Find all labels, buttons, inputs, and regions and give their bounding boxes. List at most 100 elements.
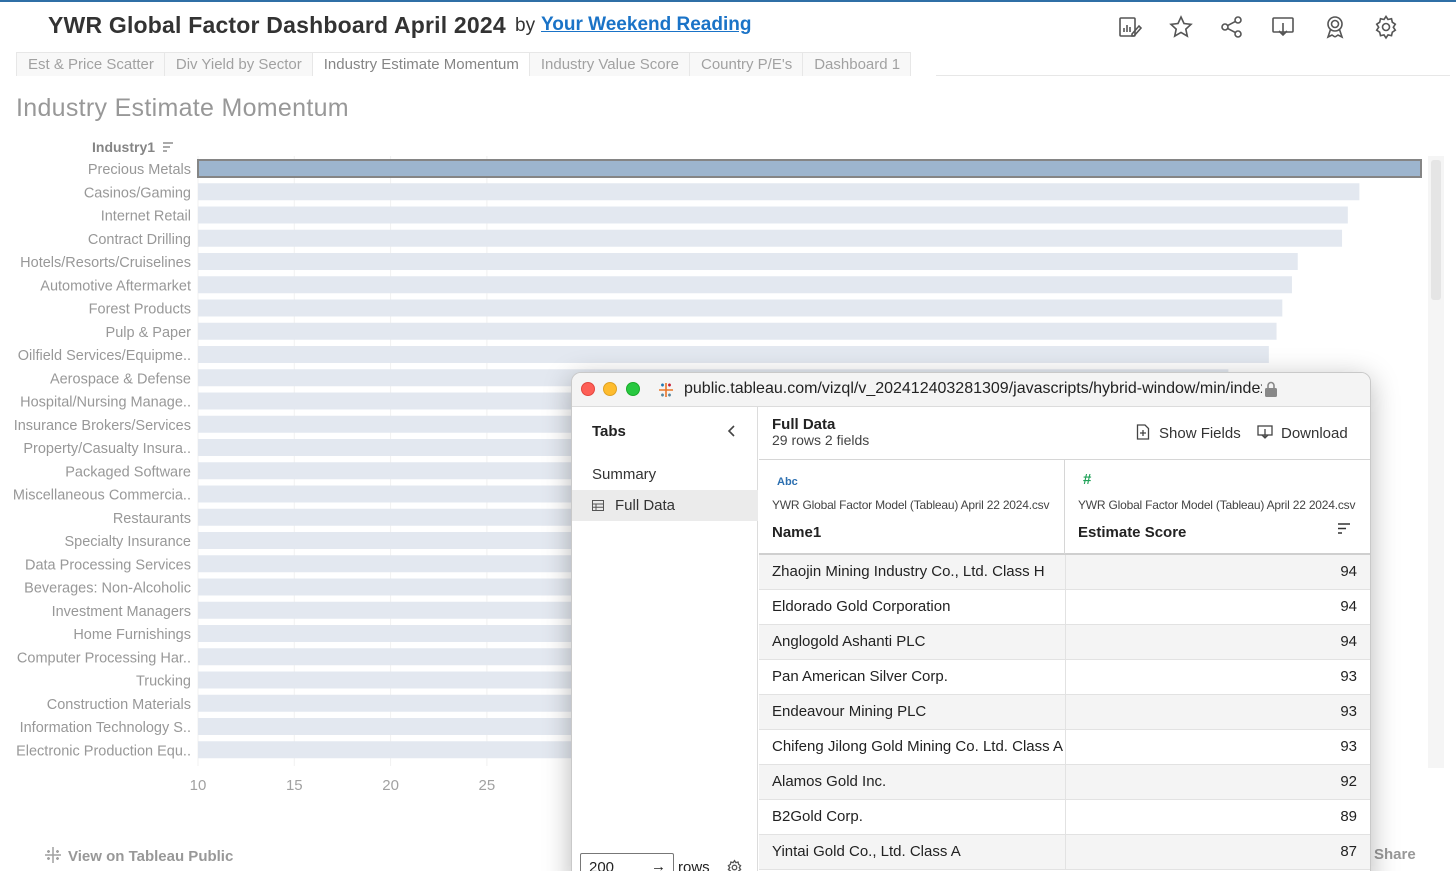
table-row[interactable]: Eldorado Gold Corporation 94 xyxy=(759,590,1370,625)
column-header-estimate-score[interactable]: # YWR Global Factor Model (Tableau) Apri… xyxy=(1065,460,1370,554)
category-label: Construction Materials xyxy=(47,697,191,713)
table-row[interactable]: Endeavour Mining PLC 93 xyxy=(759,695,1370,730)
bar[interactable] xyxy=(198,322,1277,340)
cell-score: 94 xyxy=(1340,633,1357,650)
table-row[interactable]: Yintai Gold Co., Ltd. Class A 87 xyxy=(759,835,1370,870)
show-fields-label: Show Fields xyxy=(1159,425,1241,442)
cell-name: Yintai Gold Co., Ltd. Class A xyxy=(772,843,961,860)
cell-score-container: 92 xyxy=(1065,765,1370,799)
sheet-tabs: Est & Price Scatter Div Yield by Sector … xyxy=(16,52,912,76)
download-button[interactable]: Download xyxy=(1257,424,1348,442)
download-label: Download xyxy=(1281,425,1348,442)
table-row[interactable]: Chifeng Jilong Gold Mining Co. Ltd. Clas… xyxy=(759,730,1370,765)
minimize-window-button[interactable] xyxy=(603,382,617,396)
cell-score: 93 xyxy=(1340,703,1357,720)
view-data-window: public.tableau.com/vizql/v_2024124032813… xyxy=(571,372,1371,871)
tab-dashboard-1[interactable]: Dashboard 1 xyxy=(803,53,912,76)
category-label: Insurance Brokers/Services xyxy=(14,418,191,434)
table-icon xyxy=(592,500,604,511)
string-type-icon: Abc xyxy=(777,476,798,488)
lock-icon xyxy=(1265,381,1277,397)
table-row[interactable]: B2Gold Corp. 89 xyxy=(759,800,1370,835)
chart-title: Industry Estimate Momentum xyxy=(16,94,349,122)
bar[interactable] xyxy=(198,346,1269,363)
cell-score-container: 89 xyxy=(1065,800,1370,834)
cell-score-container: 87 xyxy=(1065,835,1370,869)
cell-score: 87 xyxy=(1340,843,1357,860)
cell-score: 93 xyxy=(1340,738,1357,755)
cell-name: B2Gold Corp. xyxy=(772,808,863,825)
share-icon[interactable] xyxy=(1219,14,1245,40)
bar[interactable] xyxy=(198,276,1292,294)
category-label: Property/Casualty Insura.. xyxy=(23,441,191,457)
tab-est-price-scatter[interactable]: Est & Price Scatter xyxy=(16,53,165,76)
category-label: Trucking xyxy=(136,674,191,690)
table-row[interactable]: Anglogold Ashanti PLC 94 xyxy=(759,625,1370,660)
view-on-tableau-link[interactable]: View on Tableau Public xyxy=(44,846,233,865)
rows-count-input[interactable]: 200 → xyxy=(580,853,674,871)
sidebar-item-summary[interactable]: Summary xyxy=(572,459,758,490)
tableau-logo-icon xyxy=(45,847,61,863)
table-row[interactable]: Zhaojin Mining Industry Co., Ltd. Class … xyxy=(759,555,1370,590)
author-link[interactable]: Your Weekend Reading xyxy=(541,14,751,36)
rows-label: rows xyxy=(678,859,710,871)
chart-scrollbar[interactable] xyxy=(1428,156,1444,768)
scrollbar-thumb[interactable] xyxy=(1431,160,1441,300)
cell-score-container: 94 xyxy=(1065,625,1370,659)
cell-score-container: 93 xyxy=(1065,695,1370,729)
tableau-favicon-icon xyxy=(659,383,673,397)
number-type-icon: # xyxy=(1083,471,1092,488)
cell-score-container: 94 xyxy=(1065,555,1370,589)
gear-icon[interactable] xyxy=(1373,14,1399,40)
category-label: Hospital/Nursing Manage.. xyxy=(20,395,191,411)
edit-icon[interactable] xyxy=(1117,14,1143,40)
tabs-sidebar: Tabs Summary Full Data 200 → rows xyxy=(572,407,758,871)
bar[interactable] xyxy=(198,206,1348,224)
bar[interactable] xyxy=(198,299,1283,317)
cell-score: 94 xyxy=(1340,563,1357,580)
tab-div-yield-by-sector[interactable]: Div Yield by Sector xyxy=(164,53,313,76)
sort-descending-icon[interactable] xyxy=(1337,522,1351,536)
sidebar-item-full-data[interactable]: Full Data xyxy=(572,490,758,521)
bar[interactable] xyxy=(197,159,1422,178)
x-tick-label: 10 xyxy=(190,777,207,794)
bar[interactable] xyxy=(198,229,1343,247)
bar[interactable] xyxy=(198,253,1298,270)
download-icon xyxy=(1257,425,1273,439)
category-label: Casinos/Gaming xyxy=(84,185,191,201)
column-header-name1[interactable]: Abc YWR Global Factor Model (Tableau) Ap… xyxy=(759,460,1065,554)
sidebar-item-label: Full Data xyxy=(615,497,676,514)
sidebar-item-label: Summary xyxy=(592,466,657,483)
x-tick-label: 20 xyxy=(382,777,399,794)
apply-arrow-icon[interactable]: → xyxy=(651,858,666,871)
category-label: Restaurants xyxy=(113,511,191,527)
table-row[interactable]: Pan American Silver Corp. 93 xyxy=(759,660,1370,695)
tabs-sidebar-title: Tabs xyxy=(592,423,626,440)
share-button[interactable]: Share xyxy=(1374,846,1416,863)
rows-count-value: 200 xyxy=(589,859,615,871)
table-row[interactable]: Alamos Gold Inc. 92 xyxy=(759,765,1370,800)
category-label: Data Processing Services xyxy=(25,557,191,573)
rows-settings-icon[interactable] xyxy=(726,859,743,871)
cell-name: Chifeng Jilong Gold Mining Co. Ltd. Clas… xyxy=(772,738,1063,755)
zoom-window-button[interactable] xyxy=(626,382,640,396)
tab-industry-estimate-momentum[interactable]: Industry Estimate Momentum xyxy=(312,53,530,76)
data-panel-subtitle: 29 rows 2 fields xyxy=(772,432,870,448)
grid-header: Abc YWR Global Factor Model (Tableau) Ap… xyxy=(759,459,1370,555)
star-icon[interactable] xyxy=(1168,14,1194,40)
close-window-button[interactable] xyxy=(581,382,595,396)
tab-country-pe[interactable]: Country P/E's xyxy=(689,53,804,76)
add-field-icon xyxy=(1136,424,1150,440)
grid-body: Zhaojin Mining Industry Co., Ltd. Class … xyxy=(759,555,1370,870)
window-title-bar[interactable]: public.tableau.com/vizql/v_2024124032813… xyxy=(572,373,1370,407)
collapse-sidebar-icon[interactable] xyxy=(724,423,740,439)
cell-name: Zhaojin Mining Industry Co., Ltd. Class … xyxy=(772,563,1045,580)
tab-industry-value-score[interactable]: Industry Value Score xyxy=(529,53,690,76)
download-icon[interactable] xyxy=(1270,14,1296,40)
cell-score: 89 xyxy=(1340,808,1357,825)
category-label: Oilfield Services/Equipme.. xyxy=(18,348,191,364)
bar[interactable] xyxy=(198,183,1360,201)
award-icon[interactable] xyxy=(1322,14,1348,40)
show-fields-button[interactable]: Show Fields xyxy=(1135,424,1241,442)
x-tick-label: 15 xyxy=(286,777,303,794)
